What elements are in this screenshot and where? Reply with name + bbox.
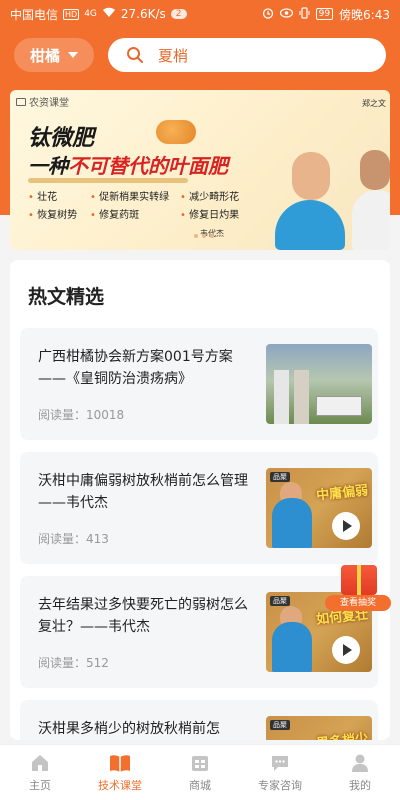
region-label: 柑橘: [29, 46, 60, 65]
gift-label: 查看抽奖: [325, 595, 391, 611]
sign-board: [316, 396, 362, 416]
tab-tech-class[interactable]: 技术课堂: [80, 745, 160, 800]
profile-icon: [349, 752, 371, 774]
tab-label: 商城: [189, 779, 211, 792]
carrier-label: 中国电信: [10, 7, 59, 22]
banner-subtitle-prefix: 一种: [28, 154, 68, 178]
alarm-icon: [262, 7, 274, 22]
article-thumbnail: [266, 344, 372, 424]
tab-expert-consult[interactable]: 专家咨询: [240, 745, 320, 800]
article-card[interactable]: 广西柑橘协会新方案001号方案——《皇铜防治溃疡病》 阅读量：10018: [20, 328, 378, 440]
play-icon[interactable]: [332, 512, 360, 540]
chat-icon: [269, 752, 291, 774]
tab-shop[interactable]: 商城: [160, 745, 240, 800]
search-placeholder: 夏梢: [158, 46, 189, 65]
video-thumbnail: 品聚 果多梢少: [266, 716, 372, 740]
banner-subtitle: 一种不可替代的叶面肥: [28, 150, 228, 179]
article-read-count: 阅读量：10018: [38, 408, 125, 422]
video-icon: [16, 97, 26, 106]
shop-icon: [189, 752, 211, 774]
benefit-item: 壮花: [28, 188, 90, 203]
section-title: 热文精选: [28, 286, 105, 308]
notification-count-badge: 2: [170, 9, 187, 19]
article-title: 沃柑果多梢少的树放秋梢前怎: [38, 721, 220, 737]
search-row: 柑橘 夏梢: [14, 38, 386, 74]
benefit-item: 恢复树势: [28, 206, 90, 221]
banner-tag: 农资课堂: [16, 94, 69, 109]
thumb-tag: 品聚: [270, 596, 290, 606]
thumb-tag: 品聚: [270, 472, 290, 482]
benefit-item: 减少畸形花: [180, 188, 268, 203]
banner-divider: [28, 178, 188, 183]
benefit-item: 修复药斑: [90, 206, 180, 221]
fruit-illustration: [156, 120, 196, 144]
chevron-down-icon: [68, 52, 78, 58]
presenter-body: [272, 622, 312, 672]
thumb-caption: 果多梢少: [315, 727, 369, 740]
benefit-item: 修复日灼果: [180, 206, 268, 221]
expert-photo-body: [352, 190, 390, 250]
banner-title: 钛微肥: [28, 126, 95, 151]
expert-photo-head: [292, 152, 330, 200]
tab-label: 专家咨询: [258, 779, 302, 792]
thumb-caption: 中庸偏弱: [315, 483, 369, 504]
article-card[interactable]: 沃柑中庸偏弱树放秋梢前怎么管理——韦代杰 阅读量：413 品聚 中庸偏弱: [20, 452, 378, 564]
benefit-list: 壮花 促新梢果实转绿 减少畸形花 恢复树势 修复药斑 修复日灼果: [28, 188, 268, 221]
tab-label: 我的: [349, 779, 371, 792]
tab-label: 技术课堂: [98, 779, 142, 792]
region-selector-button[interactable]: 柑橘: [14, 38, 94, 72]
search-icon: [126, 46, 144, 64]
expert-photo-body: [275, 200, 345, 250]
article-card[interactable]: 沃柑果多梢少的树放秋梢前怎 品聚 果多梢少: [20, 700, 378, 740]
article-title: 去年结果过多快要死亡的弱树怎么复壮？——韦代杰: [38, 597, 248, 635]
home-icon: [29, 752, 51, 774]
video-thumbnail: 品聚 中庸偏弱: [266, 468, 372, 548]
benefit-item: 促新梢果实转绿: [90, 188, 180, 203]
carousel-indicator: [194, 234, 214, 238]
banner-tag-label: 农资课堂: [29, 98, 69, 109]
hd-indicator: HD: [63, 8, 80, 20]
article-title: 沃柑中庸偏弱树放秋梢前怎么管理——韦代杰: [38, 473, 248, 511]
banner-subtitle-highlight: 不可替代的叶面肥: [68, 154, 228, 178]
presenter-body: [272, 498, 312, 548]
wifi-icon: [102, 7, 116, 21]
book-icon: [109, 752, 131, 774]
lottery-gift-widget[interactable]: 查看抽奖: [325, 565, 391, 613]
eye-icon: [279, 7, 293, 21]
bottom-tab-bar: 主页 技术课堂 商城 专家咨询 我的: [0, 744, 400, 800]
clock-time: 傍晚6:43: [339, 7, 390, 22]
signal-label: 4G: [84, 9, 97, 19]
play-icon[interactable]: [332, 636, 360, 664]
expert-photo-head: [360, 150, 390, 190]
article-read-count: 阅读量：413: [38, 532, 109, 546]
tab-label: 主页: [29, 779, 51, 792]
thumb-tag: 品聚: [270, 720, 290, 730]
tab-home[interactable]: 主页: [0, 745, 80, 800]
article-title: 广西柑橘协会新方案001号方案——《皇铜防治溃疡病》: [38, 349, 233, 387]
battery-level: 99: [315, 8, 334, 20]
promo-banner[interactable]: 农资课堂 钛微肥 一种不可替代的叶面肥 壮花 促新梢果实转绿 减少畸形花 恢复树…: [10, 90, 390, 250]
hot-articles-panel: 热文精选 广西柑橘协会新方案001号方案——《皇铜防治溃疡病》 阅读量：1001…: [10, 260, 390, 740]
vibrate-icon: [299, 6, 310, 22]
tab-profile[interactable]: 我的: [320, 745, 400, 800]
expert-name-1: 郑之文: [362, 99, 386, 108]
article-read-count: 阅读量：512: [38, 656, 109, 670]
network-speed: 27.6K/s: [120, 7, 166, 21]
search-input[interactable]: 夏梢: [108, 38, 386, 72]
status-bar: 中国电信 HD 4G 27.6K/s 2 99 傍晚6:43: [0, 0, 400, 28]
gift-ribbon: [357, 565, 361, 595]
